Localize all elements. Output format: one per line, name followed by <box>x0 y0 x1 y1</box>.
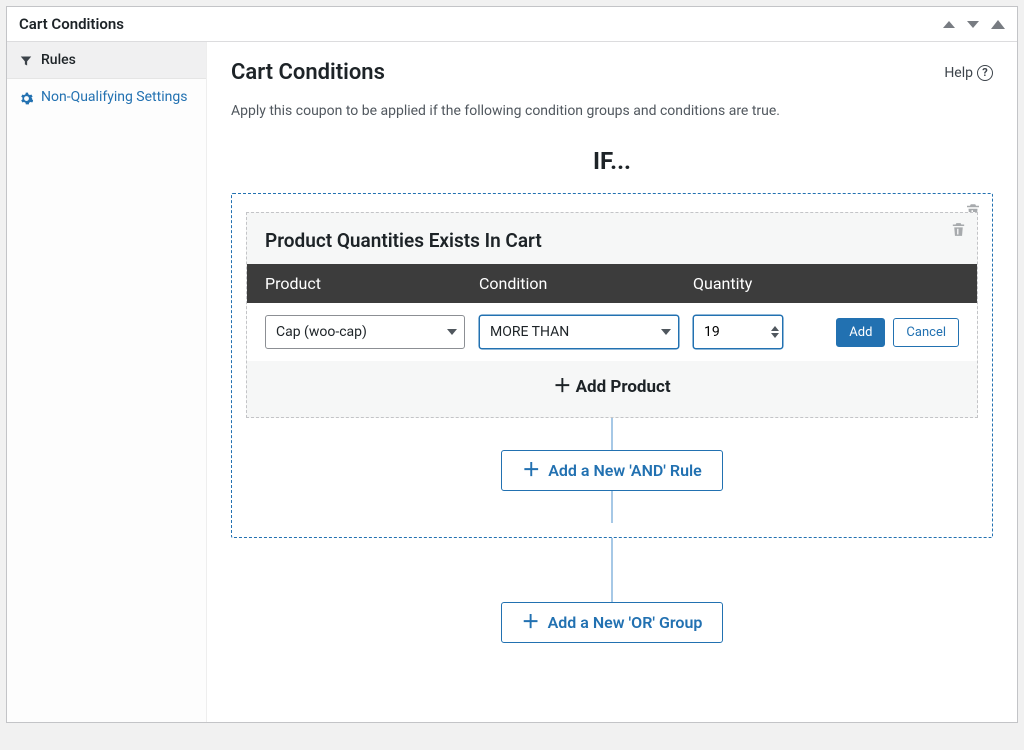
plus-icon: ＋ <box>553 376 571 397</box>
condition-select[interactable]: MORE THAN <box>479 315 679 349</box>
rule-table-row: Cap (woo-cap) MORE THAN <box>247 303 977 361</box>
column-quantity: Quantity <box>693 274 813 293</box>
sidebar-item-non-qualifying-settings[interactable]: Non-Qualifying Settings <box>7 79 206 115</box>
help-icon: ? <box>977 65 993 81</box>
filter-icon <box>19 54 33 68</box>
panel-header: Cart Conditions <box>7 7 1017 42</box>
chevron-down-icon <box>771 333 779 338</box>
connector-line <box>611 538 613 602</box>
move-up-icon[interactable] <box>943 21 955 28</box>
add-and-label: Add a New 'AND' Rule <box>548 461 702 480</box>
connector-line <box>611 418 613 450</box>
add-or-group-button[interactable]: ＋ Add a New 'OR' Group <box>501 602 724 643</box>
plus-icon: ＋ <box>522 614 540 632</box>
condition-select-value: MORE THAN <box>479 315 679 349</box>
main-content: Cart Conditions Help ? Apply this coupon… <box>207 42 1017 722</box>
move-down-icon[interactable] <box>967 21 979 28</box>
add-product-button[interactable]: ＋ Add Product <box>247 361 977 417</box>
cart-conditions-panel: Cart Conditions Rules Non-Qualifying Set… <box>6 6 1018 723</box>
panel-header-controls <box>943 20 1005 29</box>
page-title: Cart Conditions <box>231 60 385 85</box>
add-product-label: Add Product <box>576 377 671 397</box>
condition-group: Product Quantities Exists In Cart Produc… <box>231 193 993 538</box>
add-or-label: Add a New 'OR' Group <box>548 613 703 632</box>
quantity-input-wrap <box>693 315 783 349</box>
quantity-stepper[interactable] <box>771 326 779 338</box>
plus-icon: ＋ <box>522 462 540 480</box>
page-subtitle: Apply this coupon to be applied if the f… <box>231 103 993 119</box>
sidebar-item-label: Non-Qualifying Settings <box>41 89 187 105</box>
cancel-button[interactable]: Cancel <box>893 318 959 347</box>
column-condition: Condition <box>479 274 679 293</box>
main-top: Cart Conditions Help ? <box>231 60 993 85</box>
delete-rule-button[interactable] <box>950 221 967 238</box>
if-label: IF... <box>231 147 993 175</box>
sidebar-item-label: Rules <box>41 52 76 68</box>
add-button[interactable]: Add <box>836 318 885 347</box>
collapse-toggle-icon[interactable] <box>991 20 1005 29</box>
connector-line <box>611 491 613 523</box>
add-and-rule-button[interactable]: ＋ Add a New 'AND' Rule <box>501 450 723 491</box>
sidebar: Rules Non-Qualifying Settings <box>7 42 207 722</box>
help-label: Help <box>944 65 973 81</box>
sidebar-item-rules[interactable]: Rules <box>7 42 206 79</box>
gear-icon <box>19 91 33 105</box>
quantity-input[interactable] <box>693 315 783 349</box>
panel-body: Rules Non-Qualifying Settings Cart Condi… <box>7 42 1017 722</box>
chevron-up-icon <box>771 326 779 331</box>
trash-icon <box>950 221 967 238</box>
panel-title: Cart Conditions <box>19 15 124 33</box>
product-select-value: Cap (woo-cap) <box>265 315 465 349</box>
column-product: Product <box>265 274 465 293</box>
rule-title: Product Quantities Exists In Cart <box>247 213 977 264</box>
row-actions: Add Cancel <box>827 318 959 347</box>
rule-card: Product Quantities Exists In Cart Produc… <box>246 212 978 418</box>
product-select[interactable]: Cap (woo-cap) <box>265 315 465 349</box>
help-link[interactable]: Help ? <box>944 65 993 81</box>
rule-table-header: Product Condition Quantity <box>247 264 977 303</box>
